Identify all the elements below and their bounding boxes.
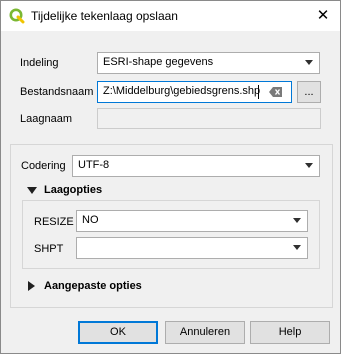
window-title: Tijdelijke tekenlaag opslaan bbox=[31, 9, 178, 23]
shpt-label: SHPT bbox=[34, 243, 64, 255]
help-button[interactable]: Help bbox=[250, 321, 330, 344]
shpt-dropdown[interactable] bbox=[76, 237, 308, 259]
format-dropdown[interactable]: ESRI-shape gegevens bbox=[97, 52, 320, 74]
layername-input[interactable] bbox=[97, 108, 321, 129]
expand-right-icon[interactable] bbox=[28, 281, 35, 291]
chevron-down-icon bbox=[305, 163, 313, 168]
chevron-down-icon bbox=[305, 60, 313, 65]
chevron-down-icon bbox=[293, 245, 301, 250]
ok-button[interactable]: OK bbox=[78, 321, 158, 344]
resize-value: NO bbox=[82, 214, 99, 226]
filename-input[interactable]: Z:\Middelburg\gebiedsgrens.shp bbox=[97, 81, 292, 103]
format-value: ESRI-shape gegevens bbox=[103, 56, 214, 68]
expand-down-icon[interactable] bbox=[27, 187, 37, 194]
qgis-logo-icon bbox=[9, 8, 25, 24]
layer-options-title[interactable]: Laagopties bbox=[44, 184, 102, 196]
text-cursor bbox=[258, 85, 259, 99]
save-layer-dialog: Tijdelijke tekenlaag opslaan ✕ Indeling … bbox=[0, 0, 341, 354]
resize-label: RESIZE bbox=[34, 216, 74, 228]
browse-button[interactable]: ... bbox=[297, 81, 321, 103]
encoding-dropdown[interactable]: UTF-8 bbox=[72, 155, 320, 177]
filename-value: Z:\Middelburg\gebiedsgrens.shp bbox=[103, 85, 261, 97]
close-icon[interactable]: ✕ bbox=[306, 1, 340, 31]
encoding-label: Codering bbox=[21, 160, 66, 172]
cancel-button[interactable]: Annuleren bbox=[165, 321, 245, 344]
title-bar: Tijdelijke tekenlaag opslaan ✕ bbox=[1, 1, 340, 31]
encoding-value: UTF-8 bbox=[78, 159, 110, 171]
filename-label: Bestandsnaam bbox=[20, 86, 94, 98]
resize-dropdown[interactable]: NO bbox=[76, 210, 308, 232]
format-label: Indeling bbox=[20, 57, 59, 69]
custom-options-title[interactable]: Aangepaste opties bbox=[44, 280, 142, 292]
clear-icon[interactable] bbox=[269, 86, 283, 98]
layername-label: Laagnaam bbox=[20, 113, 72, 125]
chevron-down-icon bbox=[293, 218, 301, 223]
